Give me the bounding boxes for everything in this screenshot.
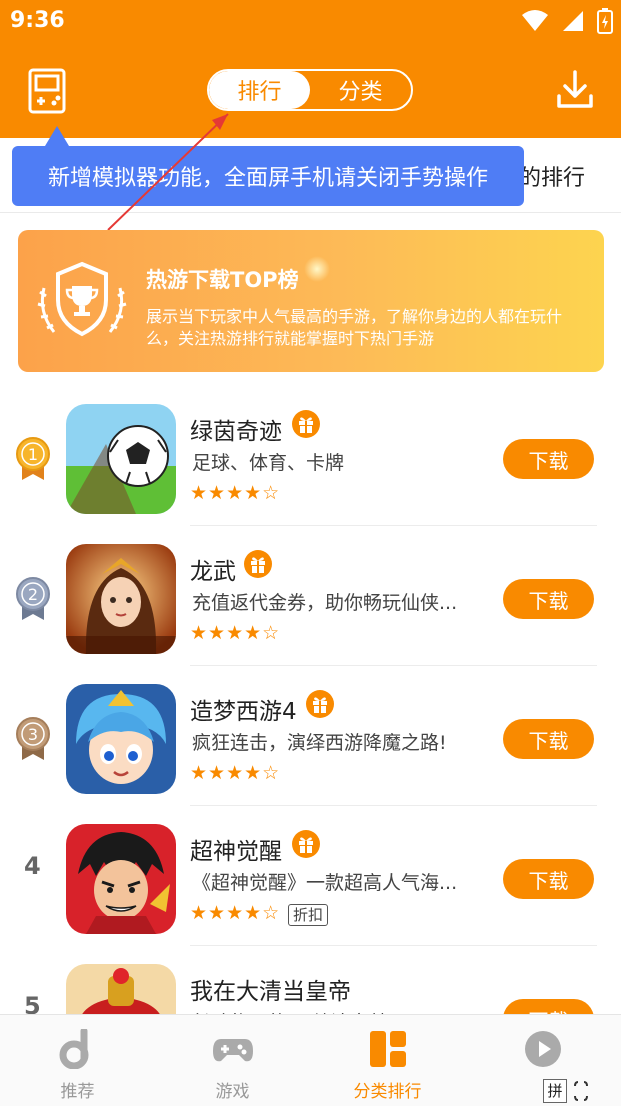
- download-button[interactable]: 下载: [503, 859, 594, 899]
- download-icon: [557, 70, 593, 108]
- list-item[interactable]: 5 我在大清当皇帝 长歌扎君的 再绩清宫梦 下载: [0, 946, 621, 1016]
- sparkle-decoration: [304, 256, 330, 282]
- app-description: 疯狂连击，演绎西游降魔之路!: [192, 732, 447, 754]
- battery-icon: [597, 8, 613, 34]
- gamepad-nav-icon: [213, 1039, 253, 1062]
- wifi-icon: [522, 10, 548, 31]
- bottom-navigation: 推荐 游戏 分类排行: [0, 1014, 621, 1106]
- discount-tag: 折扣: [288, 904, 329, 926]
- soccer-ball-icon: [66, 404, 176, 514]
- nav-label: 分类排行: [353, 1082, 422, 1102]
- rank-number: 4: [24, 852, 41, 880]
- download-button[interactable]: 下载: [503, 439, 594, 479]
- download-manager-button[interactable]: [555, 68, 595, 112]
- download-button[interactable]: 下载: [503, 719, 594, 759]
- app-icon-lvyin[interactable]: [66, 404, 176, 514]
- nav-label: 推荐: [60, 1082, 95, 1102]
- app-name: 龙武: [190, 559, 236, 585]
- rank-medal-gold-icon: 1: [16, 437, 50, 480]
- rating-stars: ★★★★☆: [190, 622, 281, 644]
- rank-number: 5: [24, 992, 41, 1016]
- nav-category-rank[interactable]: 分类排行: [310, 1015, 465, 1106]
- hot-games-banner[interactable]: 热游下载TOP榜 展示当下玩家中人气最高的手游，了解你身边的人都在玩什么，关注热…: [18, 230, 604, 372]
- tooltip-text: 新增模拟器功能，全面屏手机请关闭手势操作: [12, 146, 524, 206]
- annotation-arrow: [107, 113, 229, 231]
- list-item[interactable]: 2 龙武 充值返代金券，助你畅玩仙侠... ★★★★☆ 下载: [0, 526, 621, 666]
- rating-stars: ★★★★☆: [190, 482, 281, 504]
- trophy-shield-icon: [37, 261, 127, 337]
- rank-number: 1: [28, 445, 38, 464]
- app-description: 《超神觉醒》一款超高人气海...: [192, 872, 458, 894]
- rank-number: 3: [28, 725, 38, 744]
- app-icon-daqing[interactable]: [66, 964, 176, 1016]
- status-bar: 9:36: [0, 0, 621, 44]
- ime-pinyin-indicator[interactable]: 拼: [543, 1079, 567, 1103]
- game-ranking-list[interactable]: 1 绿茵奇迹 足球、体育、卡牌 ★★★★☆ 下载 2 龙武 充值返代金券，助你畅…: [0, 386, 621, 1016]
- signal-icon: [563, 11, 583, 31]
- app-name: 超神觉醒: [190, 839, 282, 865]
- rank-medal-silver-icon: 2: [16, 577, 50, 620]
- app-icon-zaomeng[interactable]: [66, 684, 176, 794]
- emperor-hat-icon: [66, 964, 176, 1016]
- app-name: 我在大清当皇帝: [190, 979, 351, 1005]
- rank-medal-bronze-icon: 3: [16, 717, 50, 760]
- cartoon-hero-icon: [66, 684, 176, 794]
- app-name: 造梦西游4: [190, 699, 297, 725]
- subheader-title: 的排行: [518, 166, 585, 191]
- nav-label: 游戏: [215, 1082, 250, 1102]
- rating-stars: ★★★★☆: [190, 762, 281, 784]
- gamepad-icon: [28, 68, 66, 114]
- gift-icon: [244, 550, 272, 578]
- status-icons: [521, 8, 613, 34]
- tab-category[interactable]: 分类: [310, 71, 411, 109]
- rating-stars: ★★★★☆: [190, 902, 281, 924]
- gift-icon: [292, 410, 320, 438]
- app-name: 绿茵奇迹: [190, 419, 282, 445]
- list-item[interactable]: 3 造梦西游4 疯狂连击，演绎西游降魔之路! ★★★★☆ 下载: [0, 666, 621, 806]
- banner-title: 热游下载TOP榜: [146, 268, 299, 292]
- status-time: 9:36: [10, 8, 65, 33]
- emulator-button[interactable]: [26, 68, 70, 114]
- app-icon-chaoshen[interactable]: [66, 824, 176, 934]
- ime-handle-icon: [574, 1081, 588, 1101]
- app-bar: 排行 分类: [0, 44, 621, 138]
- gift-icon: [292, 830, 320, 858]
- rank-number: 2: [28, 585, 38, 604]
- recommend-icon: [59, 1029, 89, 1069]
- video-play-icon: [525, 1031, 561, 1067]
- list-item[interactable]: 4 超神觉醒 《超神觉醒》一款超高人气海... ★★★★☆ 折扣 下载: [0, 806, 621, 946]
- download-button[interactable]: 下载: [503, 579, 594, 619]
- pirate-hero-icon: [66, 824, 176, 934]
- list-item[interactable]: 1 绿茵奇迹 足球、体育、卡牌 ★★★★☆ 下载: [0, 386, 621, 526]
- banner-description: 展示当下玩家中人气最高的手游，了解你身边的人都在玩什么，关注热游排行就能掌握时下…: [146, 307, 563, 348]
- warrior-portrait-icon: [66, 544, 176, 654]
- nav-recommend[interactable]: 推荐: [0, 1015, 155, 1106]
- category-rank-icon: [370, 1031, 406, 1067]
- app-description: 足球、体育、卡牌: [192, 452, 345, 474]
- app-description: 充值返代金券，助你畅玩仙侠...: [192, 592, 458, 614]
- nav-games[interactable]: 游戏: [155, 1015, 310, 1106]
- app-icon-longwu[interactable]: [66, 544, 176, 654]
- gift-icon: [306, 690, 334, 718]
- tooltip-pointer: [45, 126, 69, 146]
- emulator-tooltip[interactable]: 新增模拟器功能，全面屏手机请关闭手势操作: [12, 126, 524, 206]
